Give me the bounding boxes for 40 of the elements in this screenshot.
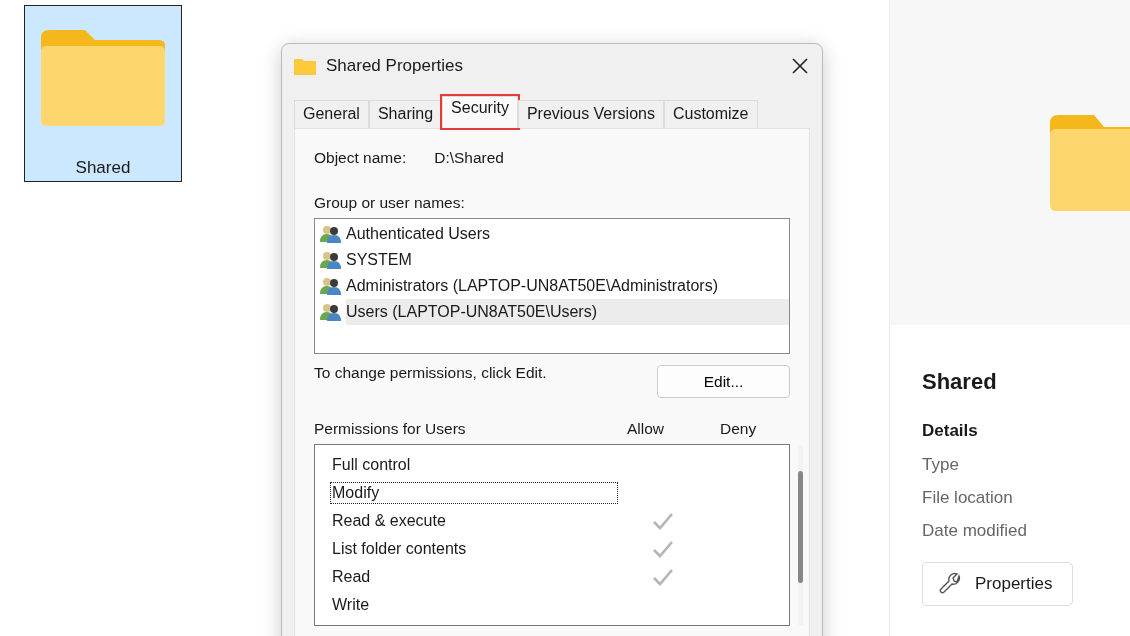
close-icon[interactable] <box>792 58 808 74</box>
item-title: Shared <box>922 369 998 395</box>
users-icon <box>320 277 342 295</box>
dialog-title: Shared Properties <box>326 56 465 76</box>
folder-icon <box>1050 112 1130 213</box>
properties-button[interactable]: Properties <box>922 562 1074 606</box>
edit-button[interactable]: Edit... <box>657 365 790 398</box>
tab[interactable]: General <box>294 100 369 128</box>
details-heading: Details <box>922 421 979 441</box>
detail-label: Date modified <box>922 521 1028 542</box>
user-list-item[interactable]: SYSTEM <box>320 247 789 273</box>
wrench-icon <box>939 572 963 596</box>
object-name-value: D:\Shared <box>434 149 504 167</box>
folder-icon <box>39 28 167 128</box>
user-list-item[interactable]: Authenticated Users <box>320 221 789 247</box>
tab[interactable]: Sharing <box>368 100 443 128</box>
tab[interactable]: Customize <box>663 100 758 128</box>
permission-name: Read <box>331 567 372 587</box>
permission-name: Read & execute <box>331 511 447 531</box>
permissions-label: Permissions for Users <box>314 420 467 438</box>
detail-label: File location <box>922 488 1014 509</box>
column-header: Allow <box>627 420 666 438</box>
users-icon <box>320 225 342 243</box>
permission-name: List folder contents <box>331 539 468 559</box>
folder-item[interactable]: Shared <box>24 5 182 182</box>
object-name-label: Object name: <box>314 149 407 167</box>
permission-name: Write <box>331 595 371 615</box>
permission-name: Modify <box>330 482 618 504</box>
column-header: Deny <box>720 420 757 438</box>
users-icon <box>320 303 342 321</box>
edit-hint: To change permissions, click Edit. <box>314 364 547 382</box>
users-icon <box>320 251 342 269</box>
permission-name: Full control <box>331 455 412 475</box>
detail-label: Type <box>922 455 960 476</box>
tab[interactable]: Security <box>442 96 518 128</box>
group-label: Group or user names: <box>314 194 466 212</box>
scrollbar[interactable] <box>798 445 803 625</box>
user-list-item[interactable]: Administrators (LAPTOP-UN8AT50E\Administrators) <box>320 273 789 299</box>
tab[interactable]: Previous Versions <box>517 100 664 128</box>
folder-icon <box>294 57 316 75</box>
